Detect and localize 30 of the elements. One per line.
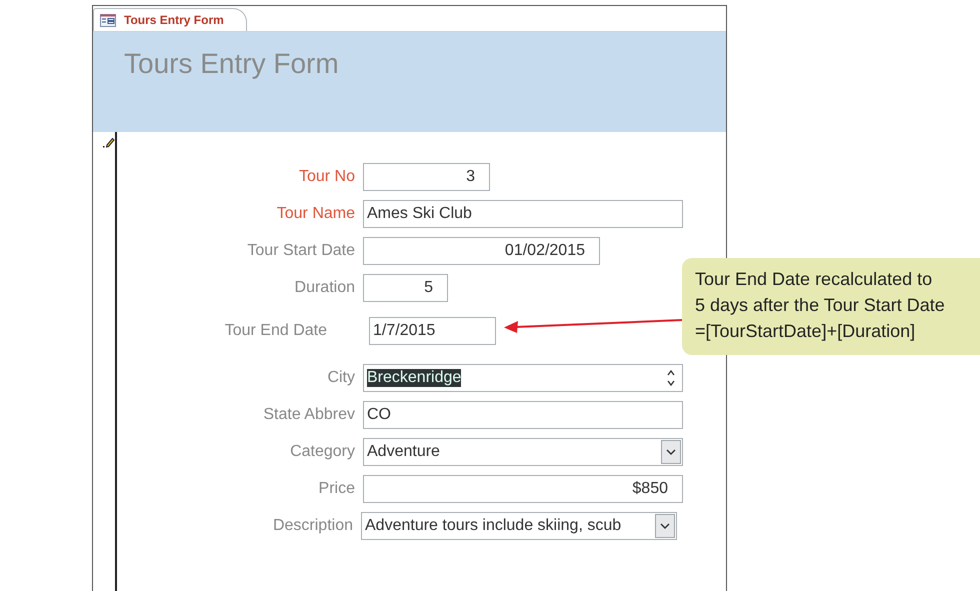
field-label: City	[326, 369, 356, 387]
field-label: Tour End Date	[224, 322, 328, 340]
field-label: Duration	[294, 279, 356, 297]
form-tab[interactable]: Tours Entry Form	[93, 8, 247, 31]
field-label: Tour Start Date	[246, 242, 356, 260]
dropdown-button[interactable]	[655, 514, 675, 538]
input-field[interactable]: Breckenridge	[363, 364, 683, 392]
input-field[interactable]: Adventure	[363, 438, 683, 466]
field-label: Tour No	[298, 168, 356, 186]
input-field[interactable]: 01/02/2015	[363, 237, 600, 265]
field-label: Price	[318, 480, 356, 498]
input-field[interactable]: Ames Ski Club	[363, 200, 683, 228]
callout-text: Tour End Date recalculated to	[695, 268, 934, 291]
input-field[interactable]: CO	[363, 401, 683, 429]
field-label: State Abbrev	[262, 406, 356, 424]
input-field[interactable]: $850	[363, 475, 683, 503]
form-icon	[100, 14, 116, 26]
callout-text: =[TourStartDate]+[Duration]	[695, 320, 916, 343]
callout-text: 5 days after the Tour Start Date	[695, 294, 946, 317]
input-field[interactable]: 3	[363, 163, 490, 191]
input-field[interactable]: Adventure tours include skiing, scub	[361, 512, 677, 540]
form-title: Tours Entry Form	[124, 48, 339, 79]
spinner-icon[interactable]	[666, 368, 676, 388]
input-field[interactable]: 1/7/2015	[369, 317, 496, 345]
dropdown-button[interactable]	[661, 440, 681, 464]
pencil-icon	[103, 136, 115, 148]
field-label: Category	[289, 443, 356, 461]
input-field[interactable]: 5	[363, 274, 448, 302]
field-label: Description	[272, 517, 354, 535]
field-label: Tour Name	[276, 205, 356, 223]
